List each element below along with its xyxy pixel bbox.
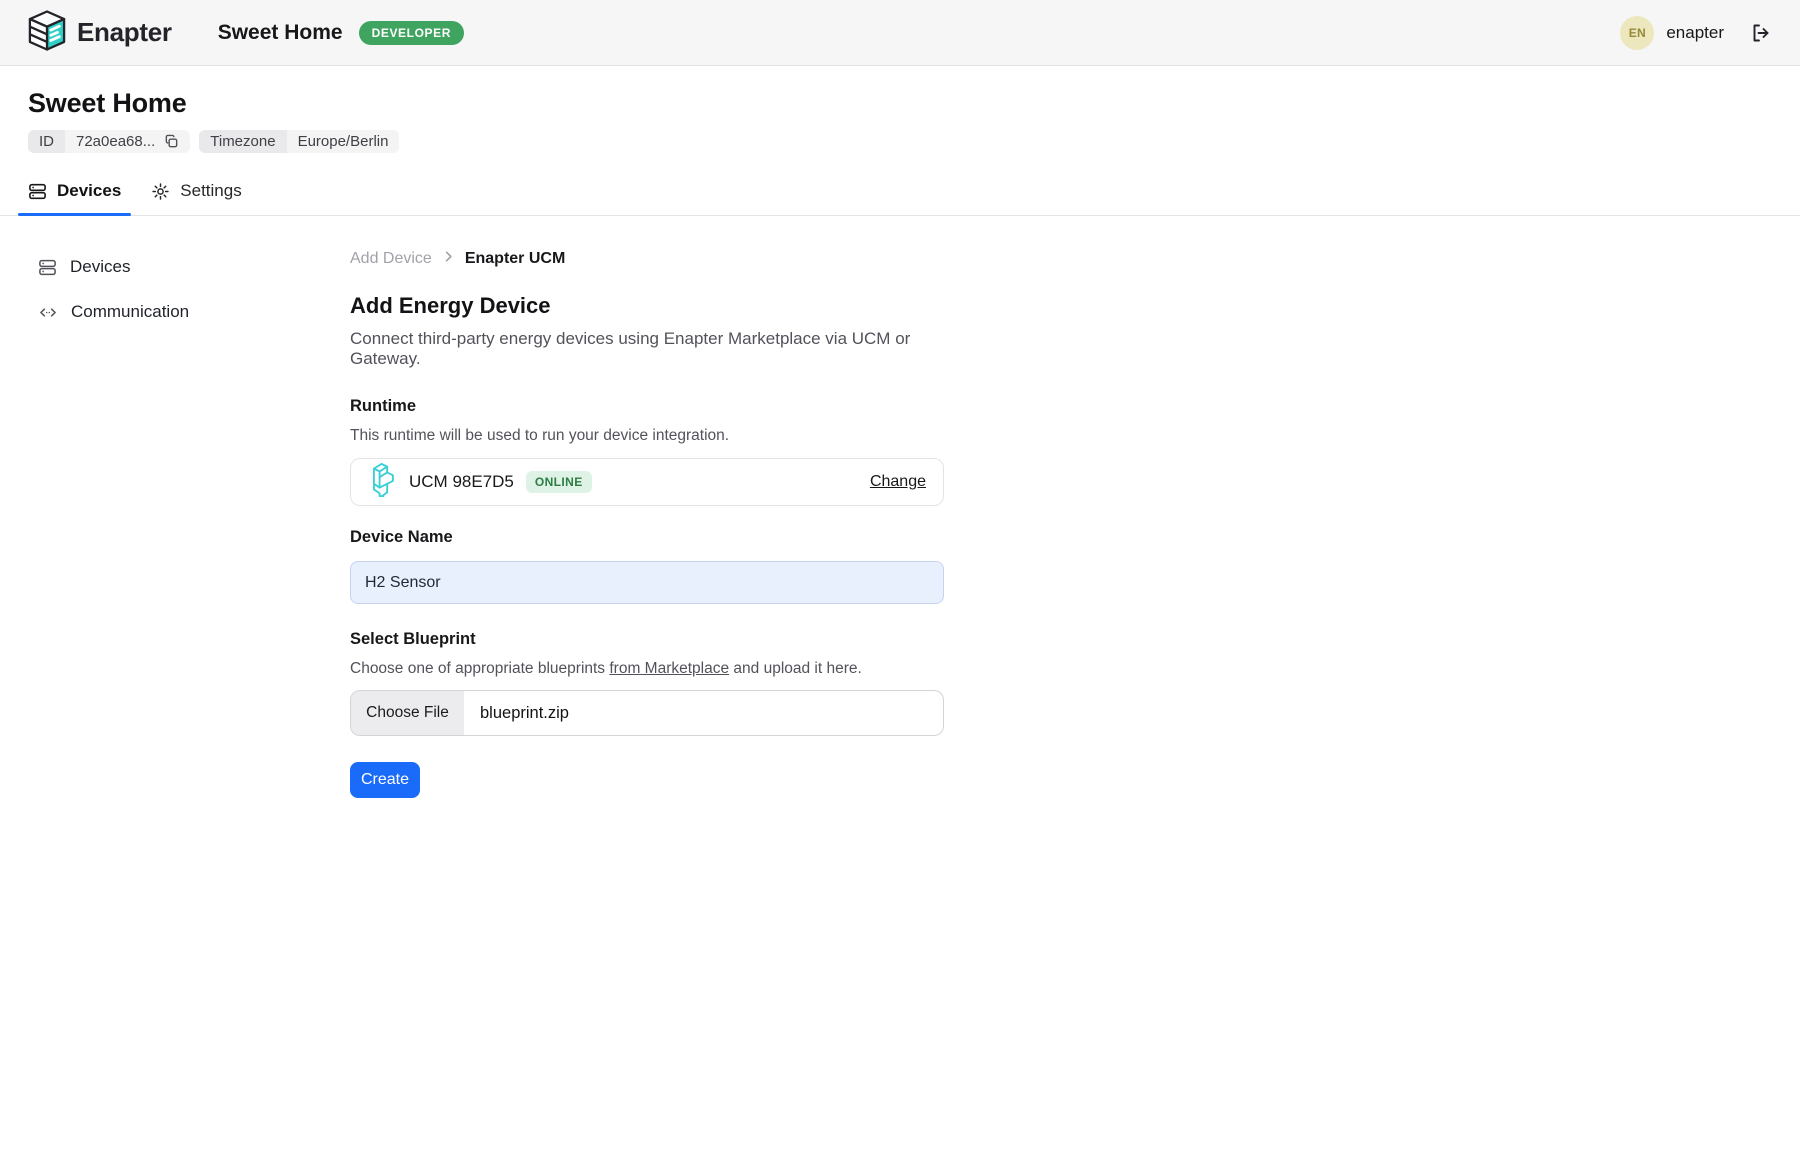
- developer-badge: DEVELOPER: [359, 21, 464, 45]
- timezone-chip: Timezone Europe/Berlin: [199, 130, 399, 153]
- brand-wordmark: Enapter: [77, 17, 172, 48]
- copy-icon[interactable]: [164, 134, 179, 149]
- blueprint-file-input[interactable]: Choose File blueprint.zip: [350, 690, 944, 736]
- breadcrumb: Add Device Enapter UCM: [350, 249, 944, 269]
- page-head: Sweet Home ID 72a0ea68... Timezone Europ…: [0, 66, 1800, 216]
- user-name: enapter: [1666, 23, 1724, 43]
- code-brackets-icon: [38, 303, 58, 322]
- tab-settings[interactable]: Settings: [141, 179, 251, 215]
- sidebar-item-communication[interactable]: Communication: [38, 302, 350, 322]
- chevron-right-icon: [441, 249, 456, 269]
- ucm-module-icon: [368, 462, 395, 503]
- marketplace-link[interactable]: from Marketplace: [609, 660, 729, 677]
- tab-devices[interactable]: Devices: [18, 179, 131, 215]
- form-subheading: Connect third-party energy devices using…: [350, 329, 944, 369]
- brand[interactable]: Enapter: [28, 9, 172, 57]
- page-title: Sweet Home: [28, 66, 1772, 119]
- sidebar-item-label: Communication: [71, 302, 189, 322]
- devices-icon: [38, 258, 57, 277]
- sidebar-item-label: Devices: [70, 257, 130, 277]
- runtime-label: Runtime: [350, 397, 944, 416]
- selected-file-name: blueprint.zip: [480, 704, 569, 723]
- status-badge: ONLINE: [526, 471, 592, 493]
- tab-devices-label: Devices: [57, 181, 121, 201]
- sidebar: Devices Communication: [0, 216, 350, 347]
- site-id-chip: ID 72a0ea68...: [28, 130, 190, 153]
- logout-icon[interactable]: [1750, 22, 1772, 44]
- header-site-name: Sweet Home: [218, 21, 343, 45]
- devices-icon: [28, 182, 47, 201]
- tab-settings-label: Settings: [180, 181, 241, 201]
- timezone-value: Europe/Berlin: [298, 133, 389, 150]
- runtime-description: This runtime will be used to run your de…: [350, 427, 944, 445]
- choose-file-button[interactable]: Choose File: [351, 691, 464, 735]
- id-value: 72a0ea68...: [76, 133, 155, 150]
- blueprint-description: Choose one of appropriate blueprints fro…: [350, 660, 944, 678]
- enapter-logo-icon: [28, 9, 66, 57]
- runtime-device-name: UCM 98E7D5: [409, 472, 514, 492]
- id-label: ID: [28, 130, 65, 153]
- form-heading: Add Energy Device: [350, 293, 944, 319]
- device-name-label: Device Name: [350, 528, 944, 547]
- gear-icon: [151, 182, 170, 201]
- change-runtime-link[interactable]: Change: [870, 473, 926, 491]
- breadcrumb-current: Enapter UCM: [465, 250, 565, 268]
- runtime-card: UCM 98E7D5 ONLINE Change: [350, 458, 944, 506]
- timezone-label: Timezone: [199, 130, 286, 153]
- site-meta: ID 72a0ea68... Timezone Europe/Berlin: [28, 130, 1772, 153]
- avatar[interactable]: EN: [1620, 16, 1654, 50]
- create-button[interactable]: Create: [350, 762, 420, 798]
- site-tabs: Devices Settings: [0, 179, 1800, 216]
- breadcrumb-add-device[interactable]: Add Device: [350, 250, 432, 268]
- top-header: Enapter Sweet Home DEVELOPER EN enapter: [0, 0, 1800, 66]
- select-blueprint-label: Select Blueprint: [350, 630, 944, 649]
- user-menu[interactable]: EN enapter: [1620, 16, 1724, 50]
- sidebar-item-devices[interactable]: Devices: [38, 257, 350, 277]
- add-device-form: Add Device Enapter UCM Add Energy Device…: [350, 216, 944, 798]
- device-name-input[interactable]: [350, 561, 944, 604]
